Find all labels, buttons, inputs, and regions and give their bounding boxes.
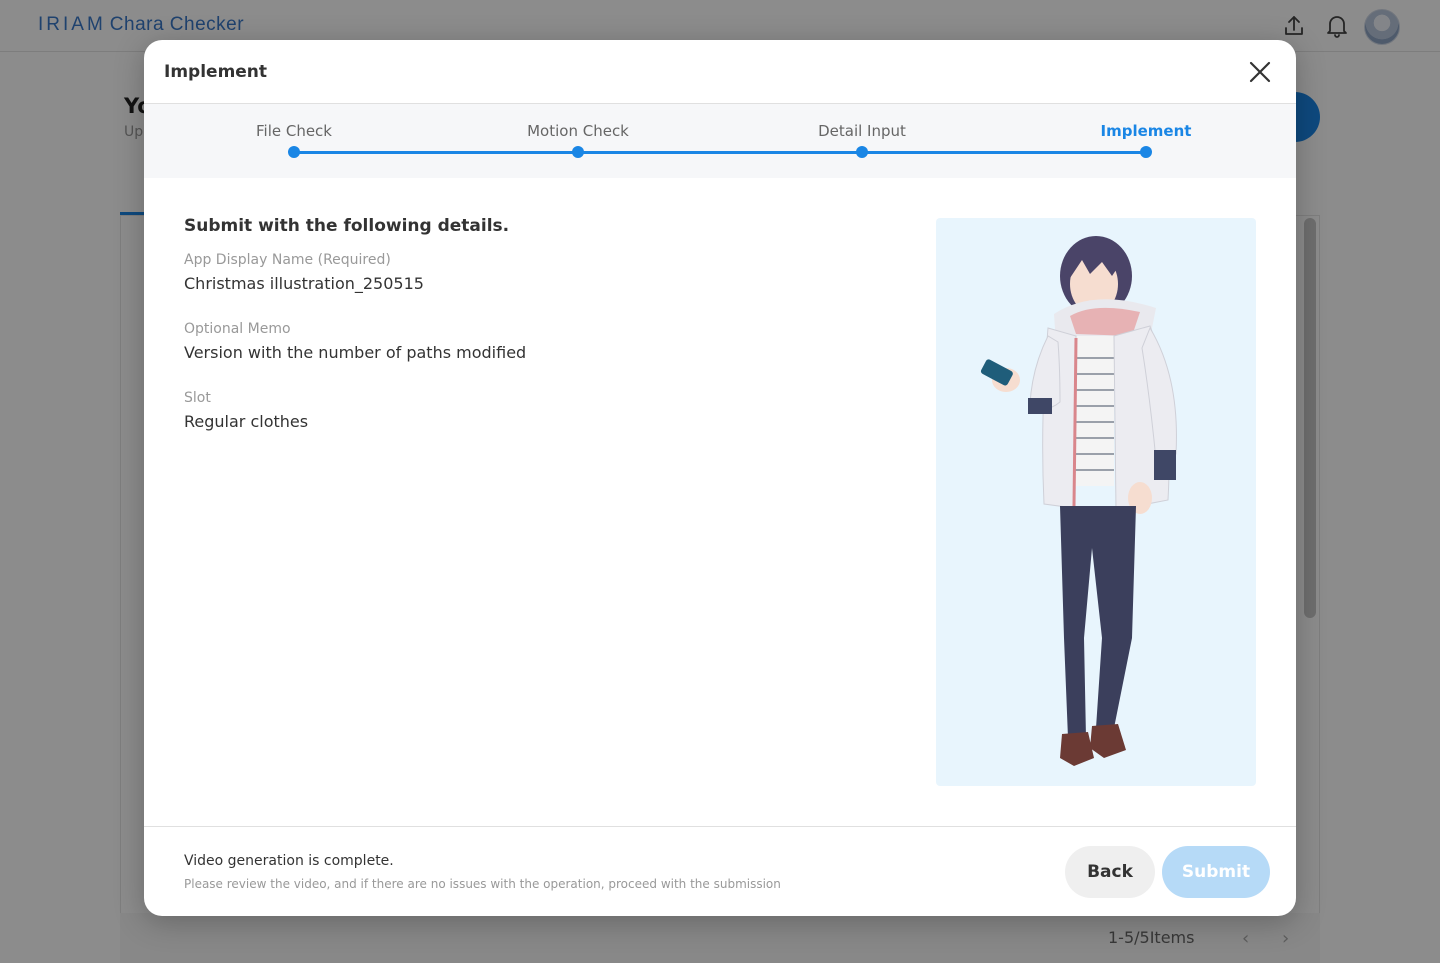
- modal-footer: Video generation is complete. Please rev…: [144, 826, 1296, 916]
- content-heading: Submit with the following details.: [184, 216, 510, 236]
- step-dot: [288, 146, 300, 158]
- step-label: File Check: [255, 122, 332, 140]
- close-icon[interactable]: [1245, 57, 1275, 87]
- modal-title: Implement: [164, 62, 268, 82]
- field-value-memo: Version with the number of paths modifie…: [184, 343, 527, 362]
- status-message: Video generation is complete.: [184, 853, 394, 869]
- status-note: Please review the video, and if there ar…: [184, 877, 781, 891]
- field-label-slot: Slot: [184, 390, 211, 406]
- step-label: Motion Check: [527, 122, 629, 140]
- step-dot: [572, 146, 584, 158]
- step-dot: [1140, 146, 1152, 158]
- field-label-memo: Optional Memo: [184, 321, 291, 337]
- submit-button[interactable]: Submit: [1162, 846, 1270, 898]
- implement-modal: Implement File Check Motion Check Detail…: [144, 40, 1296, 916]
- back-button[interactable]: Back: [1065, 846, 1155, 898]
- character-preview: [936, 218, 1256, 786]
- field-label-display-name: App Display Name (Required): [184, 252, 391, 268]
- step-implement[interactable]: Implement: [1046, 104, 1246, 178]
- step-motion-check[interactable]: Motion Check: [478, 104, 678, 178]
- stepper-track: [294, 151, 1146, 154]
- step-label: Detail Input: [818, 122, 906, 140]
- field-value-display-name: Christmas illustration_250515: [184, 274, 424, 293]
- progress-stepper: File Check Motion Check Detail Input Imp…: [144, 104, 1296, 178]
- character-illustration: [980, 236, 1177, 766]
- step-label: Implement: [1100, 122, 1192, 140]
- step-detail-input[interactable]: Detail Input: [762, 104, 962, 178]
- field-value-slot: Regular clothes: [184, 412, 309, 431]
- step-file-check[interactable]: File Check: [194, 104, 394, 178]
- step-dot: [856, 146, 868, 158]
- modal-header: Implement: [144, 40, 1296, 104]
